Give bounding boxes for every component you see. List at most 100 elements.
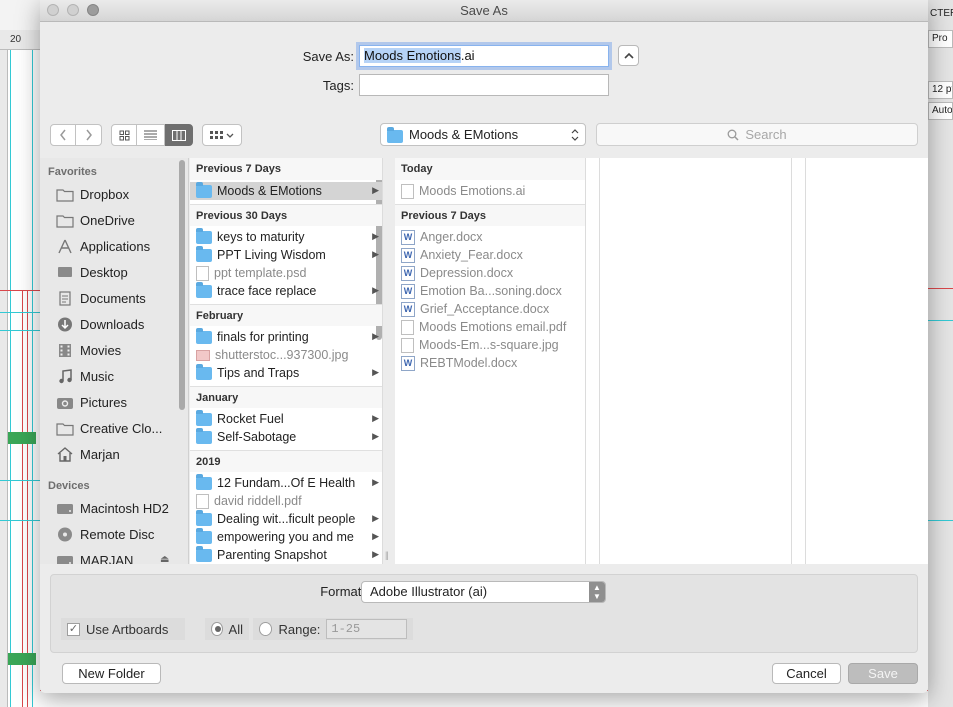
artboard-edge	[928, 288, 953, 289]
use-artboards-option[interactable]: ✓ Use Artboards	[61, 618, 185, 640]
folder-icon	[196, 527, 212, 544]
documents-icon	[56, 290, 74, 306]
range-radio[interactable]	[259, 622, 273, 636]
folder-row[interactable]: empowering you and me ▶	[190, 527, 382, 546]
icon-view-button[interactable]	[111, 124, 137, 146]
tags-input[interactable]	[359, 74, 609, 96]
harddisk-icon	[56, 501, 74, 516]
word-document-icon: W	[401, 265, 415, 281]
font-style-field[interactable]: Pro	[928, 30, 953, 48]
file-row[interactable]: Moods-Em...s-square.jpg	[395, 336, 585, 354]
sidebar-device-macintosh-hd2[interactable]: Macintosh HD2	[56, 497, 182, 519]
sidebar-item-downloads[interactable]: Downloads	[56, 313, 182, 335]
sidebar-item-pictures[interactable]: Pictures	[56, 391, 182, 413]
document-icon	[401, 183, 414, 199]
eject-icon[interactable]: ⏏	[160, 554, 169, 564]
harddisk-icon	[56, 553, 74, 564]
location-popup[interactable]: Moods & EMotions	[380, 123, 586, 146]
sidebar-item-music[interactable]: Music	[56, 365, 182, 387]
file-row[interactable]: W Anxiety_Fear.docx	[395, 246, 585, 264]
save-as-dialog: Save As Save As: Moods Emotions.ai Tags:…	[40, 0, 928, 693]
sidebar-item-dropbox[interactable]: Dropbox	[56, 183, 182, 205]
disc-icon	[56, 527, 74, 542]
column-group-heading: February	[190, 304, 382, 326]
sidebar-item-documents[interactable]: Documents	[56, 287, 182, 309]
collapse-dialog-button[interactable]	[618, 45, 639, 66]
browser-column-gap	[586, 158, 600, 564]
applications-icon	[56, 239, 74, 254]
folder-row[interactable]: Tips and Traps ▶	[190, 363, 382, 382]
item-label: finals for printing	[217, 330, 309, 344]
range-input[interactable]: 1-25	[326, 619, 407, 639]
sidebar-item-movies[interactable]: Movies	[56, 339, 182, 361]
column-resize-handle[interactable]: ||	[385, 550, 389, 560]
sidebar-item-desktop[interactable]: Desktop	[56, 261, 182, 283]
file-row[interactable]: W Emotion Ba...soning.docx	[395, 282, 585, 300]
column-group-heading: January	[190, 386, 382, 408]
folder-icon	[196, 427, 212, 444]
file-row[interactable]: Moods Emotions.ai	[395, 182, 585, 200]
folder-row[interactable]: Parenting Snapshot ▶	[190, 545, 382, 564]
all-artboards-option[interactable]: All	[205, 618, 249, 640]
folder-row[interactable]: Dealing wit...ficult people ▶	[190, 509, 382, 528]
list-view-button[interactable]	[137, 124, 165, 146]
browser-column-gap	[792, 158, 806, 564]
sidebar-item-applications[interactable]: Applications	[56, 235, 182, 257]
save-as-input[interactable]: Moods Emotions.ai	[359, 45, 609, 67]
file-row[interactable]: Moods Emotions email.pdf	[395, 318, 585, 336]
sidebar-device-remote-disc[interactable]: Remote Disc	[56, 523, 182, 545]
file-row[interactable]: W Depression.docx	[395, 264, 585, 282]
range-option[interactable]: Range: 1-25	[253, 618, 413, 640]
disclosure-arrow-icon: ▶	[372, 185, 379, 195]
folder-row[interactable]: Rocket Fuel ▶	[190, 409, 382, 428]
font-size-field[interactable]: 12 pt	[928, 81, 953, 99]
all-radio[interactable]	[211, 622, 223, 636]
file-row[interactable]: W REBTModel.docx	[395, 354, 585, 372]
group-by-button[interactable]	[202, 124, 242, 146]
folder-row[interactable]: PPT Living Wisdom ▶	[190, 245, 382, 264]
forward-button[interactable]	[76, 124, 102, 146]
file-row[interactable]: shutterstoc...937300.jpg	[190, 346, 382, 364]
sidebar-item-onedrive[interactable]: OneDrive	[56, 209, 182, 231]
file-row[interactable]: W Grief_Acceptance.docx	[395, 300, 585, 318]
disclosure-arrow-icon: ▶	[372, 531, 379, 541]
folder-row[interactable]: Moods & EMotions ▶	[190, 181, 382, 200]
document-icon	[401, 319, 414, 335]
format-label: Format:	[320, 584, 365, 599]
folder-row[interactable]: trace face replace ▶	[190, 281, 382, 300]
document-icon	[196, 265, 209, 281]
back-button[interactable]	[50, 124, 76, 146]
sidebar: Favorites Devices Dropbox OneDrive Applica…	[40, 158, 189, 564]
document-icon	[401, 337, 414, 353]
artboard-edge	[22, 290, 23, 707]
sidebar-item-marjan[interactable]: Marjan	[56, 443, 182, 465]
folder-icon	[196, 227, 212, 244]
folder-icon	[196, 363, 212, 380]
leading-field[interactable]: Auto	[928, 102, 953, 120]
guide-line	[0, 480, 40, 481]
folder-row[interactable]: keys to maturity ▶	[190, 227, 382, 246]
new-folder-button[interactable]: New Folder	[62, 663, 161, 684]
folder-row[interactable]: Self-Sabotage ▶	[190, 427, 382, 446]
file-row[interactable]: david riddell.pdf	[190, 492, 382, 510]
cancel-button[interactable]: Cancel	[772, 663, 841, 684]
column-view-button[interactable]	[165, 124, 193, 146]
tags-label: Tags:	[322, 78, 354, 93]
file-row[interactable]: ppt template.psd	[190, 264, 382, 282]
sidebar-item-creative-clo[interactable]: Creative Clo...	[56, 417, 182, 439]
format-popup[interactable]: Adobe Illustrator (ai) ▲ ▼	[361, 581, 606, 603]
file-row[interactable]: W Anger.docx	[395, 228, 585, 246]
disclosure-arrow-icon: ▶	[372, 331, 379, 341]
item-label: Rocket Fuel	[217, 412, 284, 426]
format-value: Adobe Illustrator (ai)	[370, 584, 488, 599]
save-button[interactable]: Save	[848, 663, 918, 684]
updown-arrows-icon: ▲ ▼	[589, 582, 605, 602]
item-label: Moods Emotions.ai	[419, 184, 526, 198]
use-artboards-checkbox[interactable]: ✓	[67, 622, 80, 636]
folder-row[interactable]: finals for printing ▶	[190, 327, 382, 346]
search-input[interactable]: Search	[596, 123, 918, 146]
folder-icon	[196, 181, 212, 198]
sidebar-item-label: MARJAN	[80, 552, 134, 565]
disclosure-arrow-icon: ▶	[372, 367, 379, 377]
folder-row[interactable]: 12 Fundam...Of E Health ▶	[190, 473, 382, 492]
